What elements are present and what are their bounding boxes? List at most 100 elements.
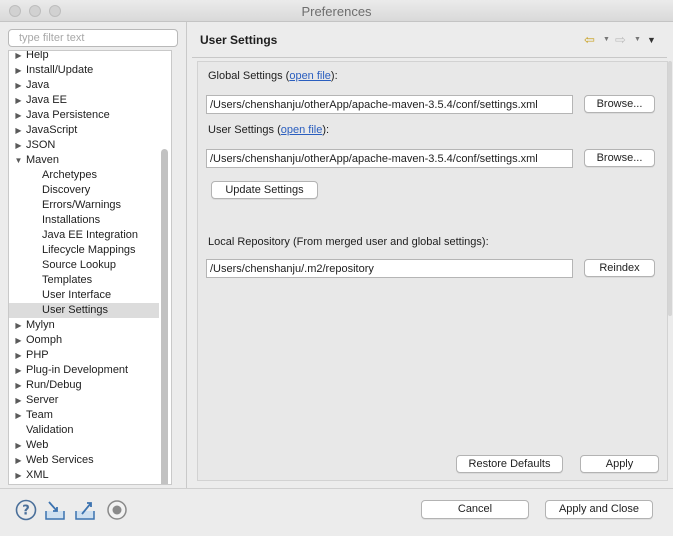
- sidebar-item-label: Archetypes: [42, 169, 98, 181]
- sidebar-item-label: JavaScript: [26, 124, 78, 136]
- export-icon[interactable]: [74, 499, 96, 521]
- preferences-sidebar: ▶Help▶Install/Update▶Java▶Java EE▶Java P…: [0, 22, 186, 488]
- collapsed-twisty-icon[interactable]: ▶: [14, 333, 23, 348]
- user-settings-browse-button[interactable]: Browse...: [584, 149, 655, 167]
- tree-scrollbar[interactable]: [159, 53, 170, 484]
- collapsed-twisty-icon[interactable]: ▶: [14, 51, 23, 63]
- user-settings-field[interactable]: [206, 149, 573, 168]
- global-settings-open-file-link[interactable]: open file: [289, 70, 331, 82]
- sidebar-item[interactable]: Validation: [9, 423, 159, 438]
- sidebar-item[interactable]: User Settings: [9, 303, 159, 318]
- collapsed-twisty-icon[interactable]: ▶: [14, 408, 23, 423]
- sidebar-item[interactable]: Templates: [9, 273, 159, 288]
- sidebar-item[interactable]: ▶ JavaScript: [9, 123, 159, 138]
- sidebar-item[interactable]: Installations: [9, 213, 159, 228]
- sidebar-item-label: PHP: [26, 349, 49, 361]
- sidebar-item-label: Web Services: [26, 454, 94, 466]
- sidebar-item[interactable]: ▶ XML: [9, 468, 159, 483]
- global-settings-label: Global Settings (open file):: [208, 70, 338, 82]
- collapsed-twisty-icon[interactable]: ▶: [14, 438, 23, 453]
- expanded-twisty-icon[interactable]: ▼: [14, 153, 23, 168]
- global-settings-browse-button[interactable]: Browse...: [584, 95, 655, 113]
- sidebar-item[interactable]: ▶ Install/Update: [9, 63, 159, 78]
- user-settings-label-text: User Settings (: [208, 124, 281, 136]
- sidebar-item[interactable]: ▼ Maven: [9, 153, 159, 168]
- sidebar-item[interactable]: ▶ Team: [9, 408, 159, 423]
- local-repository-field[interactable]: [206, 259, 573, 278]
- help-icon[interactable]: ?: [15, 499, 37, 521]
- apply-and-close-button[interactable]: Apply and Close: [545, 500, 653, 519]
- restore-defaults-button[interactable]: Restore Defaults: [456, 455, 563, 473]
- sidebar-item[interactable]: ▶ Run/Debug: [9, 378, 159, 393]
- dialog-footer: ? Cancel Apply and Close: [0, 489, 673, 536]
- sidebar-item[interactable]: Java EE Integration: [9, 228, 159, 243]
- sidebar-item-label: Errors/Warnings: [42, 199, 122, 211]
- apply-button[interactable]: Apply: [580, 455, 659, 473]
- sidebar-item-label: Java Persistence: [26, 109, 110, 121]
- sidebar-item[interactable]: User Interface: [9, 288, 159, 303]
- global-settings-field[interactable]: [206, 95, 573, 114]
- reindex-button[interactable]: Reindex: [584, 259, 655, 277]
- sidebar-item[interactable]: ▶ PHP: [9, 348, 159, 363]
- page-scrollbar[interactable]: [668, 61, 672, 316]
- sidebar-item[interactable]: ▶ Server: [9, 393, 159, 408]
- sidebar-item-label: Lifecycle Mappings: [42, 244, 136, 256]
- settings-panel: Global Settings (open file): Browse... U…: [197, 61, 668, 481]
- collapsed-twisty-icon[interactable]: ▶: [14, 453, 23, 468]
- sidebar-item[interactable]: ▶ Web Services: [9, 453, 159, 468]
- sidebar-item-label: JSON: [26, 139, 56, 151]
- collapsed-twisty-icon[interactable]: ▶: [14, 78, 23, 93]
- tree-scrollbar-thumb[interactable]: [161, 149, 168, 484]
- back-arrow-icon[interactable]: ⇦: [584, 32, 595, 48]
- sidebar-item-label: Install/Update: [26, 64, 94, 76]
- sidebar-item-label: Java EE Integration: [42, 229, 139, 241]
- collapsed-twisty-icon[interactable]: ▶: [14, 348, 23, 363]
- forward-arrow-icon[interactable]: ⇨: [615, 32, 626, 48]
- collapsed-twisty-icon[interactable]: ▶: [14, 63, 23, 78]
- view-menu-icon[interactable]: ▼: [647, 35, 656, 45]
- sidebar-item[interactable]: ▶ Java Persistence: [9, 108, 159, 123]
- back-history-caret-icon[interactable]: ▼: [603, 36, 610, 43]
- collapsed-twisty-icon[interactable]: ▶: [14, 378, 23, 393]
- collapsed-twisty-icon[interactable]: ▶: [14, 108, 23, 123]
- record-icon[interactable]: [106, 499, 128, 521]
- title-bar: Preferences: [0, 0, 673, 22]
- sidebar-item[interactable]: Discovery: [9, 183, 159, 198]
- sidebar-item[interactable]: ▶ Java EE: [9, 93, 159, 108]
- sidebar-item-label: Team: [26, 409, 53, 421]
- sidebar-item[interactable]: Errors/Warnings: [9, 198, 159, 213]
- sidebar-item[interactable]: ▶ Help: [9, 51, 159, 63]
- sidebar-item-label: Templates: [42, 274, 93, 286]
- user-settings-open-file-link[interactable]: open file: [281, 124, 323, 136]
- sidebar-item-label: User Settings: [42, 304, 109, 316]
- sidebar-item[interactable]: ▶ Plug-in Development: [9, 363, 159, 378]
- forward-history-caret-icon[interactable]: ▼: [634, 36, 641, 43]
- collapsed-twisty-icon[interactable]: ▶: [14, 468, 23, 483]
- sidebar-item-label: Mylyn: [26, 319, 55, 331]
- user-settings-label-suffix: ):: [322, 124, 330, 136]
- sidebar-item[interactable]: ▶ JSON: [9, 138, 159, 153]
- collapsed-twisty-icon[interactable]: ▶: [14, 363, 23, 378]
- sidebar-item[interactable]: ▶ Java: [9, 78, 159, 93]
- import-icon[interactable]: [44, 499, 66, 521]
- cancel-button[interactable]: Cancel: [421, 500, 529, 519]
- sidebar-item-label: Oomph: [26, 334, 63, 346]
- sidebar-item[interactable]: Source Lookup: [9, 258, 159, 273]
- filter-input[interactable]: [8, 29, 178, 47]
- sidebar-item[interactable]: Lifecycle Mappings: [9, 243, 159, 258]
- sidebar-item[interactable]: ▶ Mylyn: [9, 318, 159, 333]
- collapsed-twisty-icon[interactable]: ▶: [14, 393, 23, 408]
- local-repository-label: Local Repository (From merged user and g…: [208, 236, 489, 248]
- sidebar-item-label: Source Lookup: [42, 259, 116, 271]
- collapsed-twisty-icon[interactable]: ▶: [14, 318, 23, 333]
- sidebar-item[interactable]: Archetypes: [9, 168, 159, 183]
- collapsed-twisty-icon[interactable]: ▶: [14, 93, 23, 108]
- sidebar-item-label: Java EE: [26, 94, 67, 106]
- collapsed-twisty-icon[interactable]: ▶: [14, 138, 23, 153]
- page-title: User Settings: [200, 33, 278, 47]
- update-settings-button[interactable]: Update Settings: [211, 181, 318, 199]
- sidebar-item[interactable]: ▶ Web: [9, 438, 159, 453]
- sidebar-item-label: User Interface: [42, 289, 112, 301]
- sidebar-item[interactable]: ▶ Oomph: [9, 333, 159, 348]
- collapsed-twisty-icon[interactable]: ▶: [14, 123, 23, 138]
